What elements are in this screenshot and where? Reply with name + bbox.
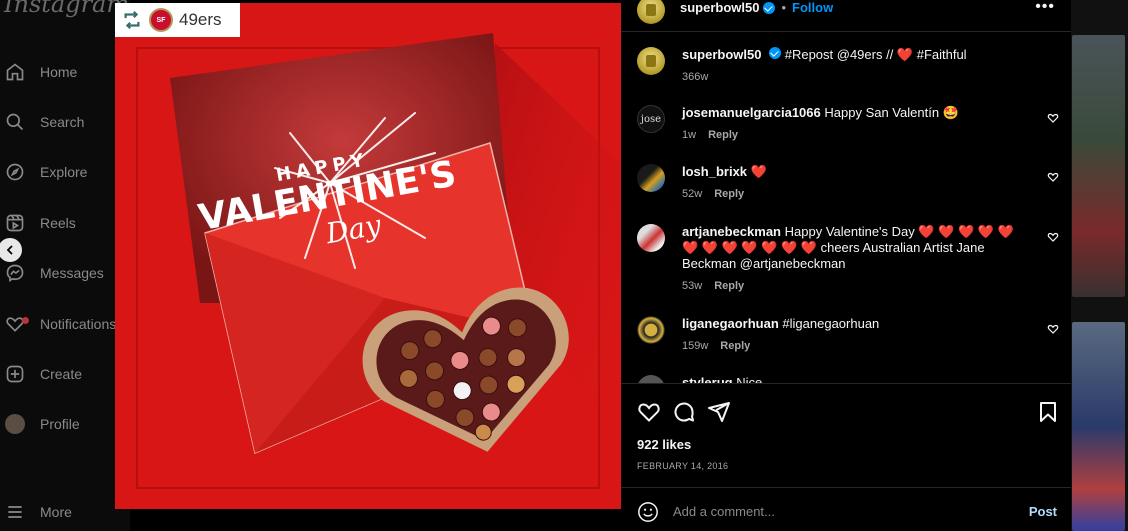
comment-time: 159w bbox=[682, 340, 709, 352]
nav-item-more[interactable]: More bbox=[0, 497, 72, 527]
comment-text: Nice bbox=[736, 375, 763, 383]
comment-text: Happy San Valentín 🤩 bbox=[824, 105, 959, 120]
nav-label: Messages bbox=[40, 265, 104, 281]
chevron-left-icon bbox=[6, 245, 13, 255]
nav-item-explore[interactable]: Explore bbox=[0, 157, 87, 187]
comment-text: ❤️ bbox=[750, 164, 767, 179]
likes-count[interactable]: 922 likes bbox=[637, 437, 691, 452]
comment-input[interactable] bbox=[673, 500, 993, 522]
nav-label: Home bbox=[40, 64, 78, 80]
messenger-icon bbox=[4, 262, 26, 284]
comment-time: 53w bbox=[682, 280, 703, 292]
post-comment-button[interactable]: Post bbox=[1029, 504, 1057, 519]
post-header: superbowl50 • Follow ••• bbox=[621, 0, 1071, 32]
avatar[interactable] bbox=[637, 164, 665, 192]
more-options-button[interactable]: ••• bbox=[1035, 0, 1055, 16]
nav-item-home[interactable]: Home bbox=[0, 57, 77, 87]
emoji-icon[interactable] bbox=[637, 501, 659, 523]
post-actions: 922 likes FEBRUARY 14, 2016 Post bbox=[621, 383, 1071, 531]
nav-label: Search bbox=[40, 114, 85, 130]
avatar[interactable] bbox=[637, 0, 665, 24]
plus-square-icon bbox=[4, 363, 26, 385]
background-feed-image bbox=[1072, 322, 1125, 531]
comment-text: #liganegaorhuan bbox=[782, 316, 880, 331]
avatar[interactable] bbox=[637, 224, 665, 252]
nav-item-notifications[interactable]: Notifications bbox=[0, 309, 116, 339]
comment-username[interactable]: liganegaorhuan bbox=[682, 316, 779, 331]
post-date[interactable]: FEBRUARY 14, 2016 bbox=[637, 461, 728, 471]
instagram-logo: Instagram bbox=[4, 0, 130, 18]
comment-icon[interactable] bbox=[672, 400, 696, 424]
notification-dot bbox=[22, 317, 29, 324]
heart-icon bbox=[4, 313, 29, 335]
reply-button[interactable]: Reply bbox=[714, 280, 744, 292]
nav-label: Notifications bbox=[40, 316, 117, 332]
hamburger-icon bbox=[4, 501, 26, 523]
repost-badge: SF 49ers bbox=[115, 3, 240, 37]
comment-username[interactable]: josemanuelgarcia1066 bbox=[682, 105, 821, 120]
avatar[interactable]: jose bbox=[637, 105, 665, 133]
reels-icon bbox=[4, 212, 26, 234]
team-logo: SF bbox=[149, 8, 173, 32]
background-feed-image bbox=[1072, 35, 1125, 297]
post-image[interactable]: HAPPY VALENTINE'S Day SF 49ers bbox=[115, 3, 621, 509]
avatar[interactable] bbox=[637, 47, 665, 75]
comment-username[interactable]: losh_brixk bbox=[682, 164, 747, 179]
avatar[interactable] bbox=[637, 316, 665, 344]
follow-button[interactable]: Follow bbox=[792, 0, 833, 15]
save-bookmark-icon[interactable] bbox=[1036, 400, 1060, 424]
comment-time: 1w bbox=[682, 129, 697, 141]
post-author: superbowl50 • Follow bbox=[680, 0, 833, 15]
nav-label: Create bbox=[40, 366, 83, 382]
nav-label: Profile bbox=[40, 416, 80, 432]
background-sidebar: Instagram Home Search Explore Reels Mess… bbox=[0, 0, 130, 531]
nav-item-search[interactable]: Search bbox=[0, 107, 84, 137]
post-details-panel: superbowl50 • Follow ••• superbowl50 #Re… bbox=[621, 0, 1071, 531]
verified-badge-icon bbox=[769, 47, 782, 59]
repost-icon bbox=[124, 10, 140, 30]
caption-username[interactable]: superbowl50 bbox=[682, 47, 761, 62]
avatar bbox=[4, 413, 26, 435]
caption-text: #Repost @49ers // ❤️ #Faithful bbox=[784, 47, 967, 62]
nav-item-messages[interactable]: Messages bbox=[0, 258, 104, 288]
reply-button[interactable]: Reply bbox=[720, 340, 750, 352]
like-comment-heart-icon[interactable] bbox=[1047, 231, 1059, 243]
caption-time: 366w bbox=[682, 71, 709, 83]
comment-username[interactable]: artjanebeckman bbox=[682, 224, 781, 239]
like-comment-heart-icon[interactable] bbox=[1047, 171, 1059, 183]
comments-list[interactable]: superbowl50 #Repost @49ers // ❤️ #Faithf… bbox=[621, 33, 1071, 383]
nav-item-reels[interactable]: Reels bbox=[0, 208, 76, 238]
search-icon bbox=[4, 111, 26, 133]
repost-account-name: 49ers bbox=[179, 10, 222, 29]
nav-label: More bbox=[40, 504, 72, 520]
reply-button[interactable]: Reply bbox=[708, 129, 738, 141]
add-comment-bar: Post bbox=[621, 487, 1071, 531]
home-icon bbox=[4, 61, 26, 83]
nav-label: Reels bbox=[40, 215, 76, 231]
nav-item-profile[interactable]: Profile bbox=[0, 409, 80, 439]
comment-time: 52w bbox=[682, 188, 703, 200]
separator-dot: • bbox=[781, 0, 787, 15]
compass-icon bbox=[4, 161, 26, 183]
post-username[interactable]: superbowl50 bbox=[680, 0, 759, 15]
like-heart-icon[interactable] bbox=[637, 400, 661, 424]
comment-username[interactable]: stylerug bbox=[682, 375, 733, 383]
nav-item-create[interactable]: Create bbox=[0, 359, 82, 389]
like-comment-heart-icon[interactable] bbox=[1047, 112, 1059, 124]
avatar[interactable] bbox=[637, 375, 665, 383]
verified-badge-icon bbox=[763, 1, 776, 14]
nav-label: Explore bbox=[40, 164, 88, 180]
share-icon[interactable] bbox=[707, 400, 731, 424]
like-comment-heart-icon[interactable] bbox=[1047, 323, 1059, 335]
valentines-artwork: HAPPY VALENTINE'S Day bbox=[115, 3, 621, 509]
reply-button[interactable]: Reply bbox=[714, 188, 744, 200]
